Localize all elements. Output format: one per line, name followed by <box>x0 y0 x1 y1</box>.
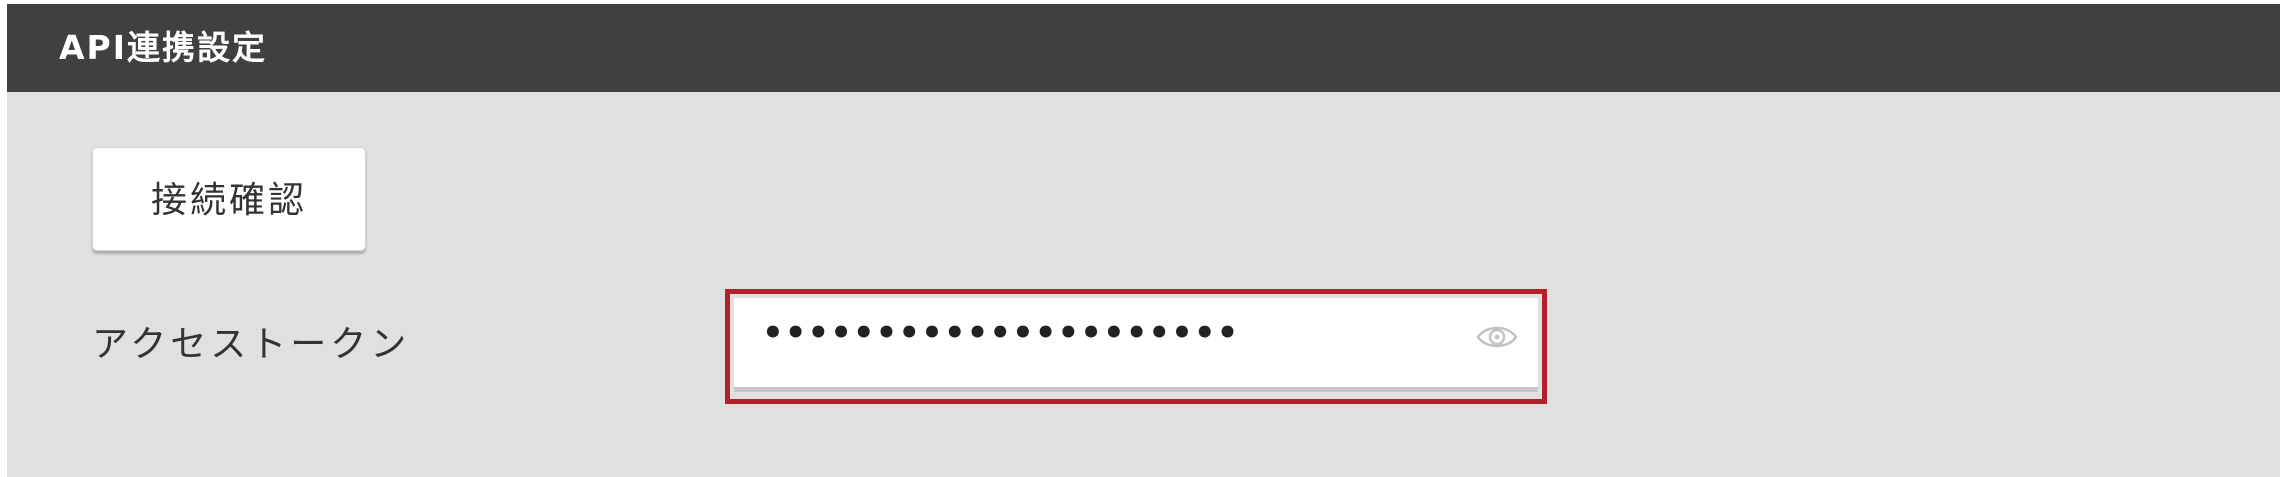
access-token-masked-value: ••••••••••••••••••••• <box>762 313 1240 353</box>
access-token-label: アクセストークン <box>92 324 411 365</box>
section-header: API連携設定 <box>7 4 2280 92</box>
eye-icon[interactable] <box>1476 322 1518 352</box>
connection-check-button[interactable]: 接続確認 <box>92 147 366 251</box>
access-token-input[interactable]: ••••••••••••••••••••• <box>734 298 1538 392</box>
section-title: API連携設定 <box>59 28 268 67</box>
api-settings-panel: API連携設定 接続確認 アクセストークン ••••••••••••••••••… <box>7 4 2280 477</box>
